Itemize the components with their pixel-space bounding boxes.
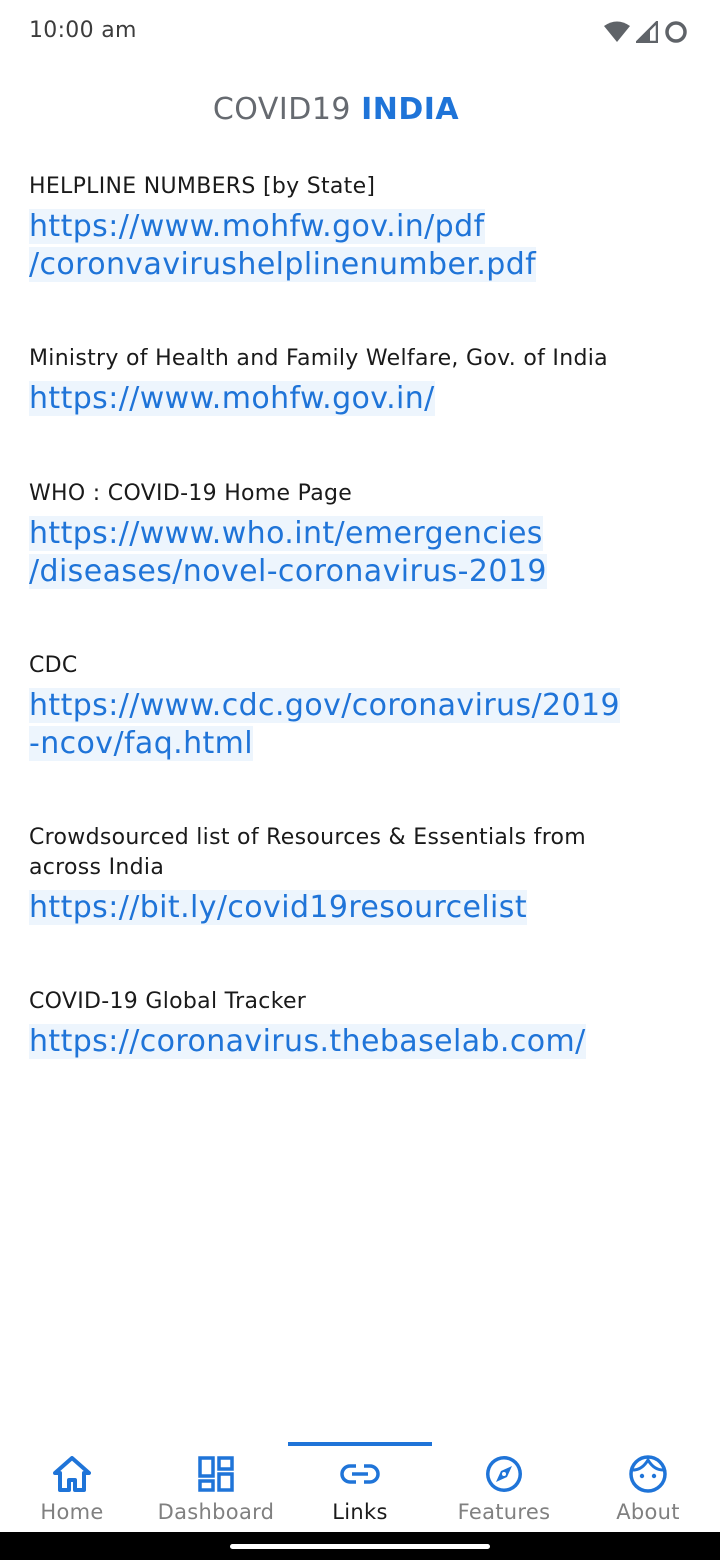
link-label: CDC [29,653,78,678]
nav-item-dashboard[interactable]: Dashboard [144,1440,288,1532]
status-bar: 10:00 am [0,0,720,64]
link-item-who: WHO : COVID-19 Home Page https://www.who… [29,479,699,591]
link-url[interactable]: https://www.mohfw.gov.in/ [29,381,435,416]
link-item-mohfw: Ministry of Health and Family Welfare, G… [29,344,699,418]
compass-icon [484,1454,524,1494]
face-icon [628,1454,668,1494]
nav-label: Dashboard [157,1500,275,1524]
status-time: 10:00 am [29,18,137,43]
gesture-bar [0,1532,720,1560]
nav-label: Links [332,1500,388,1524]
nav-item-features[interactable]: Features [432,1440,576,1532]
wifi-icon [604,21,630,43]
nav-label: Home [40,1500,104,1524]
nav-item-links[interactable]: Links [288,1440,432,1532]
link-label: Crowdsourced list of Resources & Essenti… [29,825,587,880]
link-item-tracker: COVID-19 Global Tracker https://coronavi… [29,987,699,1061]
dashboard-icon [196,1454,236,1494]
link-url[interactable]: https://www.mohfw.gov.in/pdf/coronvaviru… [29,209,537,282]
link-item-helpline: HELPLINE NUMBERS [by State] https://www.… [29,172,699,284]
status-icons [604,20,688,44]
app-screen: 10:00 am COVID19 INDIA HELPLINE NUMBERS … [0,0,720,1560]
bottom-nav: Home Dashboard Links Features About [0,1440,720,1532]
link-url[interactable]: https://coronavirus.thebaselab.com/ [29,1024,586,1059]
link-url[interactable]: https://www.cdc.gov/coronavirus/2019 -nco… [29,688,620,761]
circle-status-icon [664,20,688,44]
link-item-crowdsourced: Crowdsourced list of Resources & Essenti… [29,823,699,927]
nav-label: About [616,1500,680,1524]
title-main: COVID19 [212,92,352,127]
link-item-cdc: CDC https://www.cdc.gov/coronavirus/2019… [29,651,699,763]
nav-item-about[interactable]: About [576,1440,720,1532]
cell-signal-icon [636,21,658,43]
title-accent: INDIA [361,92,460,127]
active-tab-indicator [288,1442,432,1446]
nav-label: Features [457,1500,551,1524]
page-title: COVID19 INDIA [0,92,672,127]
link-url[interactable]: https://bit.ly/covid19resourcelist [29,890,527,925]
home-gesture-handle[interactable] [230,1544,490,1549]
link-url[interactable]: https://www.who.int/emergencies/diseases… [29,516,547,589]
nav-item-home[interactable]: Home [0,1440,144,1532]
home-icon [52,1454,92,1494]
link-label: Ministry of Health and Family Welfare, G… [29,346,608,371]
link-icon [340,1454,380,1494]
link-label: WHO : COVID-19 Home Page [29,481,353,506]
link-label: HELPLINE NUMBERS [by State] [29,174,376,199]
link-label: COVID-19 Global Tracker [29,989,307,1014]
